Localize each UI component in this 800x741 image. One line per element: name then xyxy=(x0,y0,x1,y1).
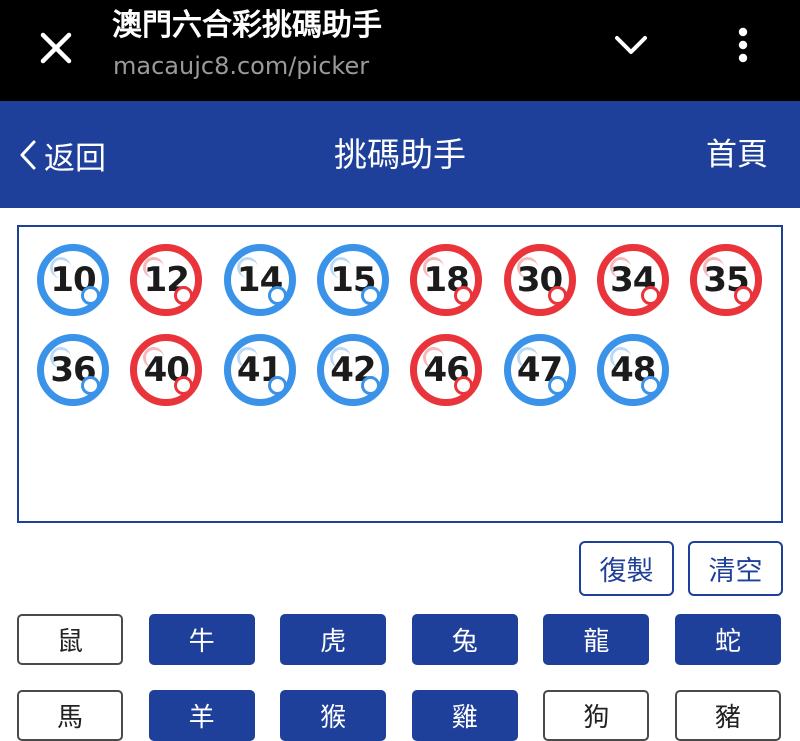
back-label: 返回 xyxy=(44,140,106,177)
page-title: 澳門六合彩挑碼助手 xyxy=(112,8,382,43)
close-button[interactable] xyxy=(32,24,80,72)
app-header: 返回 挑碼助手 首頁 xyxy=(0,101,800,208)
zodiac-button[interactable]: 蛇 xyxy=(675,614,781,665)
chevron-down-icon xyxy=(615,36,647,54)
number-ball[interactable]: 47 xyxy=(503,334,576,406)
page-url[interactable]: macaujc8.com/picker xyxy=(113,50,369,82)
close-icon xyxy=(40,32,72,64)
zodiac-button[interactable]: 兔 xyxy=(411,614,518,665)
zodiac-button[interactable]: 雞 xyxy=(411,690,518,741)
number-ball[interactable]: 18 xyxy=(410,244,483,316)
number-ball[interactable]: 46 xyxy=(410,334,483,406)
more-vertical-icon xyxy=(738,27,748,63)
number-ball[interactable]: 30 xyxy=(503,244,576,316)
number-ball[interactable]: 15 xyxy=(316,244,389,316)
number-ball[interactable]: 42 xyxy=(316,334,389,406)
number-ball[interactable]: 12 xyxy=(130,244,203,316)
zodiac-button[interactable]: 龍 xyxy=(543,614,650,665)
picked-numbers-box: 10 12 14 15 18 30 34 35 36 40 41 42 46 47 48 xyxy=(17,225,783,523)
number-ball[interactable]: 48 xyxy=(596,334,669,406)
back-button[interactable]: 返回 xyxy=(18,131,106,179)
chevron-left-icon xyxy=(20,140,36,170)
number-ball[interactable]: 41 xyxy=(223,334,296,406)
number-ball[interactable]: 34 xyxy=(596,244,669,316)
header-title: 挑碼助手 xyxy=(334,135,466,174)
number-ball[interactable]: 35 xyxy=(690,244,763,316)
zodiac-button[interactable]: 虎 xyxy=(280,614,387,665)
zodiac-button[interactable]: 鼠 xyxy=(17,614,123,665)
more-menu-button[interactable] xyxy=(722,20,764,70)
zodiac-button[interactable]: 狗 xyxy=(543,690,650,741)
zodiac-button[interactable]: 豬 xyxy=(675,690,781,741)
number-ball[interactable]: 14 xyxy=(223,244,296,316)
zodiac-button[interactable]: 羊 xyxy=(148,690,255,741)
zodiac-button[interactable]: 猴 xyxy=(280,690,387,741)
expand-button[interactable] xyxy=(606,22,656,68)
home-link[interactable]: 首頁 xyxy=(706,131,768,179)
browser-bar: 澳門六合彩挑碼助手 macaujc8.com/picker xyxy=(0,0,800,101)
clear-button[interactable]: 清空 xyxy=(688,541,783,596)
number-ball[interactable]: 36 xyxy=(37,334,109,406)
zodiac-button[interactable]: 牛 xyxy=(148,614,255,665)
copy-button[interactable]: 復製 xyxy=(579,541,674,596)
number-ball[interactable]: 10 xyxy=(37,244,109,316)
zodiac-button[interactable]: 馬 xyxy=(17,690,123,741)
number-ball[interactable]: 40 xyxy=(130,334,203,406)
